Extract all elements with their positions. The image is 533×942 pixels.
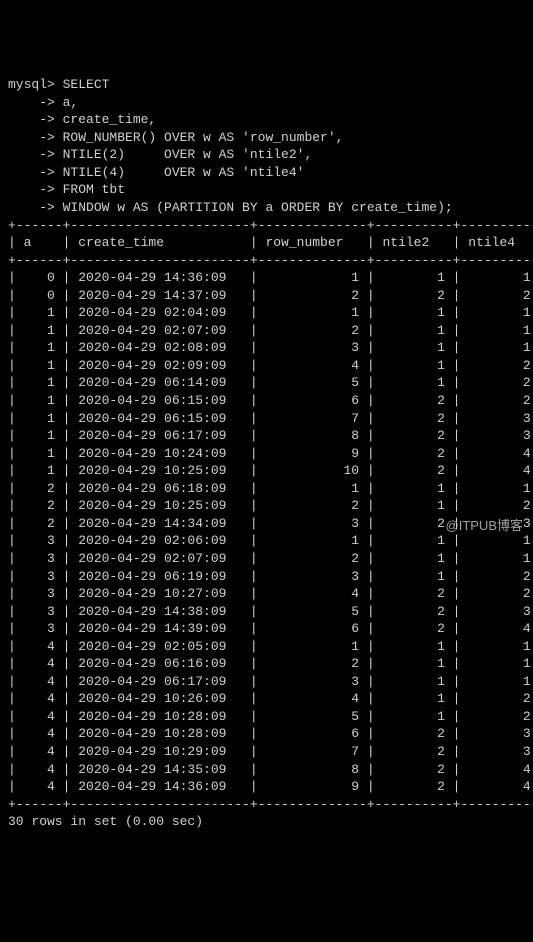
watermark: @ITPUB博客	[446, 517, 523, 535]
terminal-output: mysql> SELECT -> a, -> create_time, -> R…	[8, 76, 525, 831]
